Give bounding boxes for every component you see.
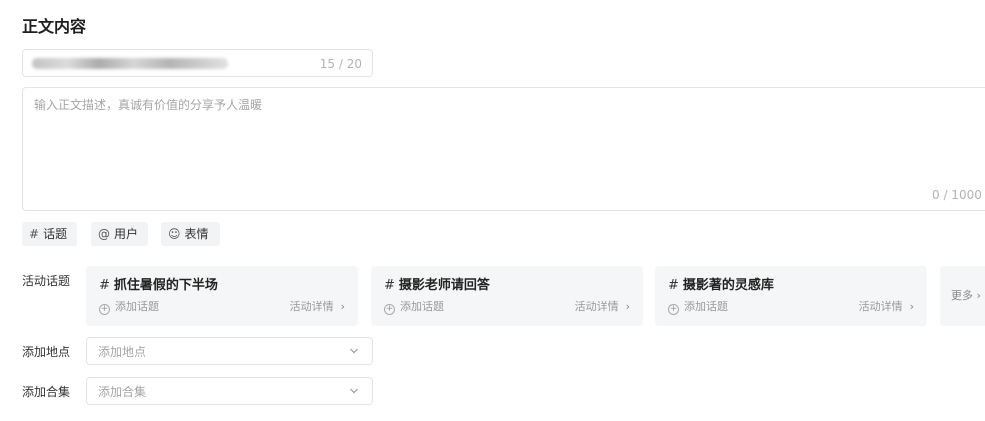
activity-detail-text: 活动详情 <box>289 300 334 313</box>
add-topic-text: 添加话题 <box>400 300 444 313</box>
add-topic-link[interactable]: + 添加话题 <box>668 300 728 315</box>
chevron-down-icon <box>350 348 358 354</box>
plus-circle-icon: + <box>668 304 679 315</box>
hash-icon: # <box>99 278 110 293</box>
activity-detail-text: 活动详情 <box>574 300 619 313</box>
topic-card-title: # 摄影老师请回答 <box>384 277 490 294</box>
topic-name: 摄影老师请回答 <box>398 278 490 293</box>
add-topic-text: 添加话题 <box>684 300 728 313</box>
description-placeholder: 输入正文描述，真诚有价值的分享予人温暖 <box>34 98 263 112</box>
topic-name: 抓住暑假的下半场 <box>113 278 218 293</box>
hash-icon: # <box>384 278 395 293</box>
blurred-title-text <box>32 58 228 69</box>
add-topic-label: 话题 <box>43 227 68 241</box>
chevron-right-icon: › <box>340 300 345 313</box>
title-char-count: 15 / 20 <box>319 57 362 71</box>
hash-icon: # <box>29 227 40 241</box>
more-topics-label: 更多 › <box>951 289 981 302</box>
activity-detail-link[interactable]: 活动详情 › <box>290 300 345 314</box>
add-topic-text: 添加话题 <box>115 300 159 313</box>
topic-card-title: # 抓住暑假的下半场 <box>99 277 218 294</box>
plus-circle-icon: + <box>384 304 395 315</box>
chevron-right-icon: › <box>625 300 630 313</box>
emoji-label: 表情 <box>184 227 209 241</box>
title-input[interactable]: 15 / 20 <box>22 49 373 77</box>
activity-topic-card[interactable]: # 摄影老师请回答 + 添加话题 活动详情 › <box>371 266 643 326</box>
plus-circle-icon: + <box>99 304 110 315</box>
collection-placeholder: 添加合集 <box>98 385 147 399</box>
location-select[interactable]: 添加地点 <box>86 337 373 365</box>
activity-detail-link[interactable]: 活动详情 › <box>859 300 914 314</box>
collection-label: 添加合集 <box>22 385 71 399</box>
chevron-down-icon <box>350 388 358 394</box>
smiley-icon: ☺ <box>168 227 181 241</box>
activity-detail-link[interactable]: 活动详情 › <box>575 300 630 314</box>
location-label: 添加地点 <box>22 345 71 359</box>
collection-select[interactable]: 添加合集 <box>86 377 373 405</box>
description-textarea[interactable]: 输入正文描述，真诚有价值的分享予人温暖 0 / 1000 <box>22 87 985 211</box>
topic-card-title: # 摄影著的灵感库 <box>668 277 774 294</box>
more-topics-button[interactable]: 更多 › <box>940 266 985 326</box>
activity-detail-text: 活动详情 <box>858 300 903 313</box>
activity-topics-label: 活动话题 <box>22 274 71 288</box>
topic-name: 摄影著的灵感库 <box>682 278 774 293</box>
section-title: 正文内容 <box>22 17 87 36</box>
location-placeholder: 添加地点 <box>98 345 147 359</box>
hash-icon: # <box>668 278 679 293</box>
activity-topic-card[interactable]: # 抓住暑假的下半场 + 添加话题 活动详情 › <box>86 266 358 326</box>
at-icon: @ <box>98 227 110 241</box>
activity-topic-card[interactable]: # 摄影著的灵感库 + 添加话题 活动详情 › <box>655 266 927 326</box>
add-topic-link[interactable]: + 添加话题 <box>384 300 444 315</box>
mention-user-label: 用户 <box>114 227 139 241</box>
mention-user-button[interactable]: @ 用户 <box>91 222 148 246</box>
add-topic-link[interactable]: + 添加话题 <box>99 300 159 315</box>
add-topic-button[interactable]: # 话题 <box>22 222 77 246</box>
description-char-count: 0 / 1000 <box>932 188 982 202</box>
emoji-button[interactable]: ☺ 表情 <box>161 222 220 246</box>
chevron-right-icon: › <box>909 300 914 313</box>
